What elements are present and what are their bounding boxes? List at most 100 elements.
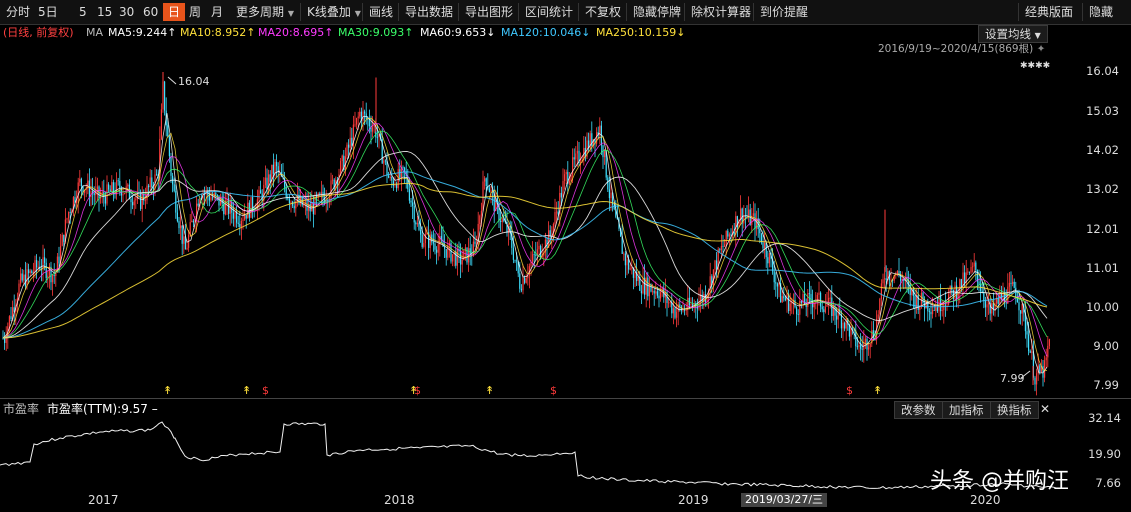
candle-body (26, 269, 28, 287)
dividend-marker-icon[interactable]: $ (414, 384, 421, 397)
ex-rights-calculator-button[interactable]: 除权计算器 (684, 3, 751, 21)
candle-body (58, 256, 60, 264)
tab-5day[interactable]: 5日 (38, 3, 58, 21)
tab-30min[interactable]: 30 (119, 3, 134, 21)
tab-15min[interactable]: 15 (97, 3, 112, 21)
price-alert-button[interactable]: 到价提醒 (753, 3, 808, 21)
candle-body (807, 293, 809, 307)
candle-body (829, 297, 831, 299)
candle-body (855, 330, 857, 347)
candle-body (823, 309, 825, 313)
candle-body (420, 229, 422, 235)
candle-body (764, 243, 766, 249)
candle-body (988, 302, 990, 305)
hide-button[interactable]: 隐藏 (1082, 3, 1113, 21)
more-periods-dropdown[interactable]: 更多周期 ▼ (236, 3, 294, 21)
candle-body (789, 303, 791, 312)
candle-body (516, 260, 518, 262)
range-stats-button[interactable]: 区间统计 (518, 3, 573, 21)
tab-60min[interactable]: 60 (143, 3, 158, 21)
candle-body (679, 304, 681, 307)
candle-body (135, 198, 137, 201)
panel-divider[interactable] (0, 398, 1131, 399)
dividend-marker-icon[interactable]: $ (262, 384, 269, 397)
switch-indicator-button[interactable]: 换指标 (990, 401, 1039, 419)
candle-body (320, 191, 322, 195)
kline-overlay-dropdown[interactable]: K线叠加 ▼ (300, 3, 361, 21)
candle-body (242, 219, 244, 221)
candle-body (856, 346, 858, 348)
draw-line-button[interactable]: 画线 (362, 3, 393, 21)
export-data-button[interactable]: 导出数据 (398, 3, 453, 21)
tab-intraday[interactable]: 分时 (6, 3, 30, 21)
pe-chart[interactable] (0, 418, 1058, 490)
candle-body (936, 307, 938, 312)
candle-body (671, 302, 673, 314)
event-marker-icon[interactable]: ↟ (163, 384, 172, 397)
candle-body (714, 260, 716, 270)
close-icon[interactable]: ✕ (1040, 400, 1050, 418)
candle-body (408, 189, 410, 201)
candle-body (31, 270, 33, 274)
candle-body (351, 137, 353, 146)
candle-body (79, 178, 81, 183)
event-marker-icon[interactable]: ↟ (485, 384, 494, 397)
candle-body (45, 262, 47, 279)
candle-body (391, 177, 393, 181)
event-marker-icon[interactable]: ↟ (242, 384, 251, 397)
hide-suspension-button[interactable]: 隐藏停牌 (626, 3, 681, 21)
candle-body (804, 294, 806, 305)
candle-body (820, 292, 822, 307)
candle-body (752, 213, 754, 216)
edit-params-button[interactable]: 改参数 (894, 401, 943, 419)
moving-average-line (2, 171, 1048, 339)
price-tick: 16.04 (1086, 64, 1119, 78)
tab-weekly[interactable]: 周 (189, 3, 201, 21)
add-indicator-button[interactable]: 加指标 (942, 401, 991, 419)
candle-body (1018, 302, 1020, 311)
export-image-button[interactable]: 导出图形 (458, 3, 513, 21)
dividend-marker-icon[interactable]: $ (550, 384, 557, 397)
candle-body (160, 109, 162, 139)
kline-chart[interactable]: ↟ ↟ $ ↟$ ↟ $ $ ↟ 16.04 7.99 ✱✱✱✱ (0, 41, 1058, 398)
no-adjust-button[interactable]: 不复权 (578, 3, 621, 21)
candle-body (767, 257, 769, 264)
tab-5min[interactable]: 5 (79, 3, 87, 21)
candle-body (112, 182, 114, 193)
candle-body (810, 294, 812, 302)
candle-body (655, 291, 657, 294)
candle-body (884, 278, 886, 280)
candle-body (759, 228, 761, 234)
arrow-up-icon: ↑ (246, 26, 256, 39)
arrow-down-icon: ↓ (676, 26, 686, 39)
crosshair-date-label: 2019/03/27/三 (741, 493, 827, 507)
dividend-marker-icon[interactable]: $ (846, 384, 853, 397)
candle-body (1036, 373, 1038, 385)
candle-body (212, 197, 214, 199)
candle-body (773, 271, 775, 283)
arrow-down-icon: ↓ (486, 26, 496, 39)
candle-body (514, 259, 516, 261)
candle-body (652, 290, 654, 292)
candle-body (877, 314, 879, 319)
classic-layout-button[interactable]: 经典版面 (1018, 3, 1073, 21)
candle-body (399, 169, 401, 178)
candle-body (692, 304, 694, 306)
candle-body (943, 304, 945, 311)
toolbar: 分时 5日 5 15 30 60 日 周 月 更多周期 ▼ K线叠加 ▼ 画线 … (0, 0, 1131, 25)
candle-body (610, 192, 612, 199)
candle-body (672, 308, 674, 314)
tab-daily[interactable]: 日 (163, 3, 186, 21)
candle-body (1039, 365, 1041, 373)
ma250-value: MA250:10.159↓ (596, 26, 686, 39)
candles-layer (2, 72, 1050, 396)
tab-monthly[interactable]: 月 (211, 3, 223, 21)
candle-body (885, 278, 887, 281)
event-marker-icon[interactable]: ↟ (873, 384, 882, 397)
candle-body (935, 307, 937, 311)
candle-body (1012, 281, 1014, 284)
candle-body (986, 304, 988, 308)
candle-body (799, 300, 801, 315)
candle-body (384, 160, 386, 162)
low-annotation: 7.99 (1000, 372, 1025, 385)
